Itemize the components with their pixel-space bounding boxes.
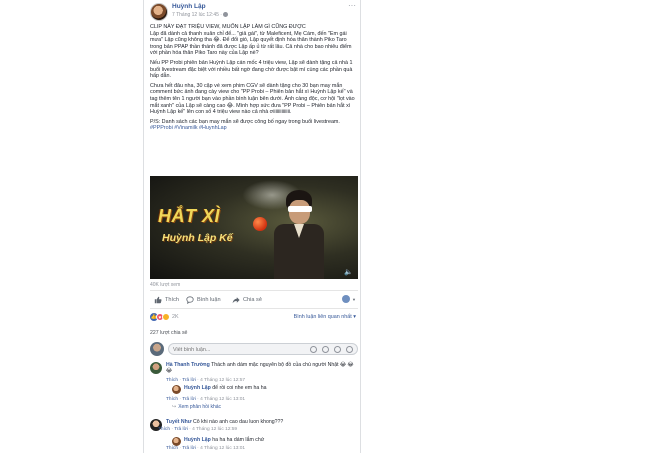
- divider: [150, 290, 358, 291]
- mute-icon[interactable]: 🔈: [344, 269, 353, 276]
- comment-text: Huỳnh Lập ha ha ha dám lắm chứ: [184, 437, 360, 443]
- comment-body: ha ha ha dám lắm chứ: [210, 437, 265, 443]
- comment-composer: [150, 342, 358, 356]
- composer-icons: [310, 346, 353, 353]
- page-avatar[interactable]: [150, 3, 168, 21]
- comment-time[interactable]: · 4 Tháng 12 lúc 12:59: [188, 427, 237, 432]
- commenter-avatar[interactable]: [172, 437, 181, 446]
- comment-input-box[interactable]: [168, 343, 358, 355]
- globe-icon: [223, 12, 229, 18]
- comment-meta: Thích · Trả lời · 4 Tháng 12 lúc 13:01: [166, 446, 246, 451]
- video-title-text: HẮT XÌ: [158, 206, 221, 226]
- reaction-count[interactable]: 2K: [172, 314, 179, 320]
- comment-icon: [186, 296, 194, 304]
- commenter-name[interactable]: Huỳnh Lập: [184, 437, 211, 443]
- comment-like-link[interactable]: Thích: [158, 427, 170, 432]
- reaction-icons[interactable]: 👍 ♥: [150, 313, 170, 321]
- caret-down-icon: ▼: [352, 296, 356, 302]
- post-timestamp[interactable]: 7 Tháng 12 lúc 12:45 ·: [172, 12, 229, 18]
- divider: [150, 308, 358, 309]
- post-body: CLIP NÀY ĐẠT TRIỆU VIEW, MUỐN LẬP LÀM GÌ…: [150, 24, 358, 135]
- video-subtitle-text: Huỳnh Lập Kế: [162, 232, 233, 244]
- commenter-name[interactable]: Tuyết Như: [166, 419, 192, 425]
- comment-time[interactable]: · 4 Tháng 12 lúc 13:01: [196, 397, 245, 402]
- comment-text: Huỳnh Lập để rồi coi nhe em ha ha: [184, 385, 360, 391]
- sticker-icon[interactable]: [346, 346, 353, 353]
- comment-item: Tuyết Như Cô khi nào anh cao dau luon kh…: [150, 419, 358, 437]
- share-count[interactable]: 227 lượt chia sẻ: [150, 330, 187, 336]
- facebook-post: Huỳnh Lập 7 Tháng 12 lúc 12:45 · ··· CLI…: [143, 0, 361, 453]
- post-actions: Thích Bình luận Chia sẻ ▼: [150, 294, 358, 306]
- share-label: Chia sẻ: [243, 297, 262, 303]
- post-paragraph: Chưa hết đâu nha, 30 cặp vé xem phim CGV…: [150, 82, 355, 116]
- avatar-small-icon: [342, 295, 351, 303]
- comment-body: để rồi coi nhe em ha ha: [210, 385, 267, 391]
- like-button[interactable]: Thích: [154, 294, 179, 306]
- reply-item: Huỳnh Lập ha ha ha dám lắm chứ Thích · T…: [166, 437, 360, 453]
- commenter-avatar[interactable]: [172, 385, 181, 394]
- comment-meta: Thích · Trả lời · 4 Tháng 12 lúc 12:57: [166, 378, 246, 383]
- performer-glasses: [288, 206, 312, 212]
- page-name-link[interactable]: Huỳnh Lập: [172, 3, 206, 10]
- emoji-icon[interactable]: [310, 346, 317, 353]
- more-options-icon[interactable]: ···: [348, 2, 356, 10]
- thumbs-up-icon: [154, 296, 162, 304]
- comment-like-link[interactable]: Thích: [166, 378, 178, 383]
- view-count: 40K lượt xem: [150, 282, 181, 288]
- post-paragraph: Nếu PP Probi phiên bản Huỳnh Lập cán mốc…: [150, 59, 353, 80]
- comment-text: Hà Thanh Trường Thách anh dám mặc nguyên…: [166, 362, 356, 375]
- hashtag-links[interactable]: #PPProbi #Vinamilk #HuynhLap: [150, 125, 358, 132]
- comment-label: Bình luận: [197, 297, 221, 303]
- gif-icon[interactable]: [334, 346, 341, 353]
- comment-text: Tuyết Như Cô khi nào anh cao dau luon kh…: [166, 419, 356, 425]
- comment-sort-dropdown[interactable]: Bình luận liên quan nhất ▾: [294, 314, 356, 320]
- comment-input[interactable]: [173, 346, 263, 353]
- comment-reply-link[interactable]: Trả lời: [174, 427, 188, 432]
- reply-item: Huỳnh Lập để rồi coi nhe em ha ha Thích …: [166, 385, 360, 405]
- comment-like-link[interactable]: Thích: [166, 446, 178, 451]
- performer-face: [289, 200, 310, 224]
- share-icon: [232, 297, 240, 304]
- video-performer: [268, 190, 330, 279]
- comment-like-link[interactable]: Thích: [166, 397, 178, 402]
- video-player[interactable]: HẮT XÌ Huỳnh Lập Kế 🔈: [150, 176, 358, 279]
- commenter-name[interactable]: Huỳnh Lập: [184, 385, 211, 391]
- comment-time[interactable]: · 4 Tháng 12 lúc 13:01: [196, 446, 245, 451]
- comment-meta: Thích · Trả lời · 4 Tháng 12 lúc 12:59: [158, 427, 238, 432]
- video-red-ball: [253, 217, 267, 231]
- post-paragraph: Lập đã dành cả thanh xuân chỉ để... "giả…: [150, 30, 352, 57]
- share-button[interactable]: Chia sẻ: [232, 294, 262, 306]
- commenter-name[interactable]: Hà Thanh Trường: [166, 362, 210, 368]
- commenter-avatar[interactable]: [150, 362, 162, 374]
- post-header: Huỳnh Lập 7 Tháng 12 lúc 12:45 · ···: [150, 2, 356, 23]
- my-avatar: [150, 342, 164, 356]
- comment-reply-link[interactable]: Trả lời: [182, 397, 196, 402]
- reactions-bar: 👍 ♥ 2K Bình luận liên quan nhất ▾: [150, 313, 358, 323]
- like-label: Thích: [165, 297, 179, 303]
- reply-arrow-icon: ↪: [172, 404, 177, 410]
- post-time[interactable]: 7 Tháng 12 lúc 12:45 ·: [172, 12, 223, 18]
- comment-body: Cô khi nào anh cao dau luon khong???: [191, 419, 284, 425]
- audience-selector[interactable]: ▼: [342, 295, 356, 303]
- post-paragraph: CLIP NÀY ĐẠT TRIỆU VIEW, MUỐN LẬP LÀM GÌ…: [150, 24, 306, 30]
- more-replies-link[interactable]: ↪ Xem phản hồi khác: [172, 404, 221, 410]
- haha-reaction-icon: [162, 313, 170, 321]
- more-replies-label: Xem phản hồi khác: [178, 404, 222, 410]
- comment-reply-link[interactable]: Trả lời: [182, 378, 196, 383]
- comment-reply-link[interactable]: Trả lời: [182, 446, 196, 451]
- post-paragraph: P/S: Danh sách các bạn may mắn sẽ được c…: [150, 118, 340, 125]
- comment-time[interactable]: · 4 Tháng 12 lúc 12:57: [196, 378, 245, 383]
- camera-icon[interactable]: [322, 346, 329, 353]
- comment-button[interactable]: Bình luận: [186, 294, 221, 306]
- comment-meta: Thích · Trả lời · 4 Tháng 12 lúc 13:01: [166, 397, 246, 402]
